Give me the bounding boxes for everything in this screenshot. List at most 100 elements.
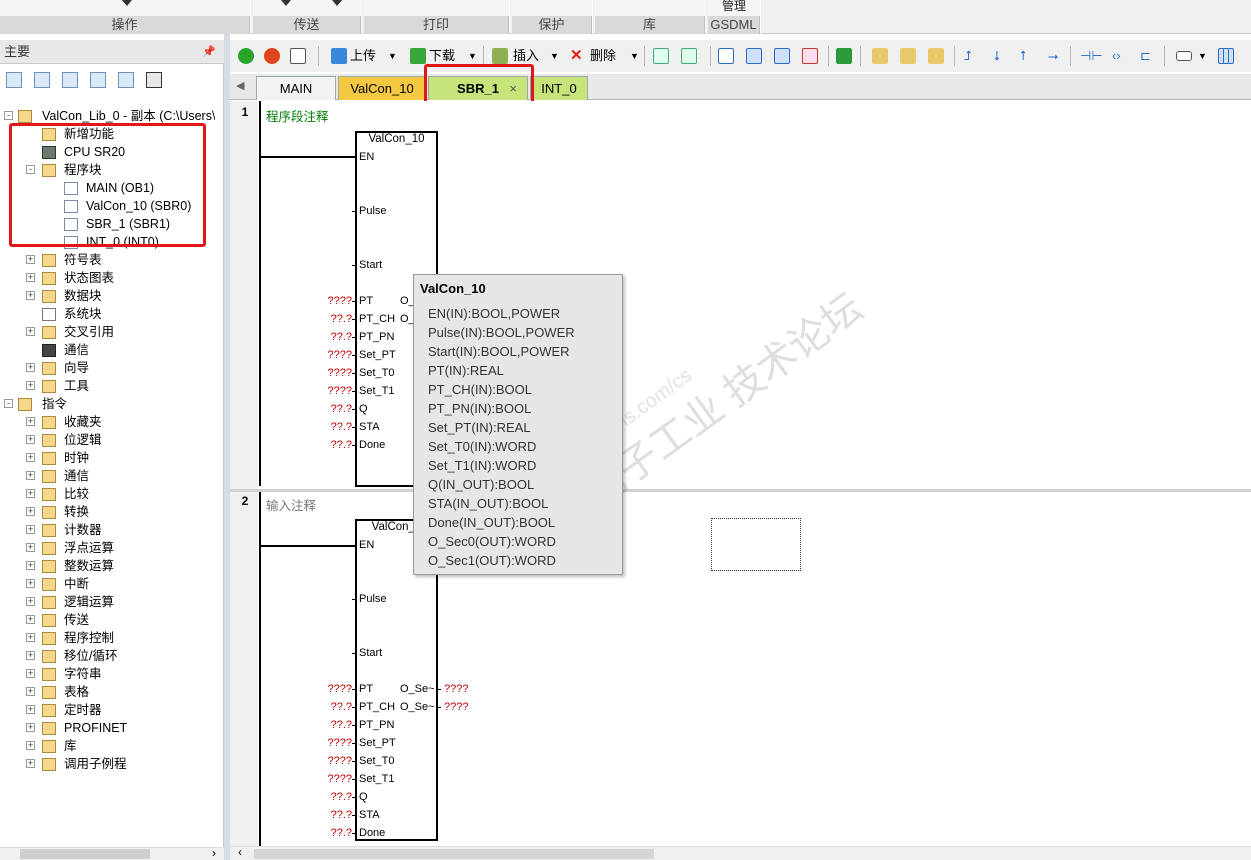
dropdown-arrow-icon[interactable] bbox=[122, 0, 132, 6]
ribbon-group-protect[interactable]: 保护 bbox=[512, 0, 593, 34]
compile-check-icon[interactable] bbox=[290, 48, 306, 64]
expand-icon[interactable]: + bbox=[26, 615, 35, 624]
operand-placeholder[interactable]: ??.? bbox=[322, 701, 352, 713]
operand-placeholder[interactable]: ???? bbox=[444, 701, 468, 713]
expand-icon[interactable]: + bbox=[26, 381, 35, 390]
ribbon-group-print[interactable]: 打印 bbox=[364, 0, 510, 34]
upload-icon[interactable] bbox=[331, 48, 347, 64]
expand-icon[interactable]: + bbox=[26, 651, 35, 660]
box-icon[interactable] bbox=[718, 48, 734, 64]
lock-add-icon[interactable] bbox=[928, 48, 944, 64]
expand-icon[interactable]: + bbox=[26, 741, 35, 750]
operand-placeholder[interactable]: ???? bbox=[322, 349, 352, 361]
dropdown-arrow-icon[interactable]: ▼ bbox=[550, 48, 559, 64]
editor-horizontal-scrollbar[interactable]: ‹ bbox=[230, 845, 1251, 860]
expand-icon[interactable]: + bbox=[26, 471, 35, 480]
ribbon-group-transfer[interactable]: 传送 bbox=[253, 0, 362, 34]
operand-placeholder[interactable]: ??.? bbox=[322, 827, 352, 839]
operand-placeholder[interactable]: ??.? bbox=[322, 313, 352, 325]
expand-icon[interactable]: + bbox=[26, 597, 35, 606]
expand-icon[interactable]: + bbox=[26, 489, 35, 498]
operand-placeholder[interactable]: ??.? bbox=[322, 331, 352, 343]
operand-placeholder[interactable]: ???? bbox=[322, 295, 352, 307]
tab-valcon10[interactable]: ValCon_10 bbox=[338, 76, 426, 100]
network-icon[interactable] bbox=[653, 48, 669, 64]
pin-icon[interactable]: 📌 bbox=[202, 40, 216, 64]
operand-placeholder[interactable]: ??.? bbox=[322, 421, 352, 433]
insert-button[interactable]: 插入 bbox=[513, 48, 539, 64]
dropdown-arrow-icon[interactable] bbox=[281, 0, 291, 6]
operand-placeholder[interactable]: ??.? bbox=[322, 403, 352, 415]
collapse-icon[interactable]: - bbox=[4, 399, 13, 408]
network-comment[interactable]: 程序段注释 bbox=[266, 106, 329, 125]
expand-icon[interactable]: + bbox=[26, 723, 35, 732]
upload-button[interactable]: 上传 bbox=[350, 48, 376, 64]
insert-icon[interactable] bbox=[492, 48, 508, 64]
expand-icon[interactable]: + bbox=[26, 291, 35, 300]
expand-icon[interactable]: + bbox=[26, 561, 35, 570]
expand-icon[interactable]: + bbox=[26, 687, 35, 696]
expand-icon[interactable]: + bbox=[26, 507, 35, 516]
line-up-icon[interactable]: ⭡ bbox=[1020, 48, 1026, 64]
expand-icon[interactable]: + bbox=[26, 543, 35, 552]
expand-icon[interactable]: + bbox=[26, 435, 35, 444]
contact-icon[interactable]: ⊣⊢ bbox=[1080, 48, 1103, 64]
delete-button[interactable]: 删除 bbox=[590, 48, 616, 64]
expand-icon[interactable]: + bbox=[26, 579, 35, 588]
monitor-icon[interactable] bbox=[146, 72, 162, 88]
download-icon[interactable] bbox=[410, 48, 426, 64]
network-comment[interactable]: 输入注释 bbox=[266, 495, 316, 514]
expand-icon[interactable]: + bbox=[26, 453, 35, 462]
line-right-icon[interactable]: ⭢ bbox=[1048, 48, 1058, 64]
coil-icon[interactable]: ‹› bbox=[1112, 48, 1121, 64]
unlock-icon[interactable] bbox=[900, 48, 916, 64]
operand-placeholder[interactable]: ??.? bbox=[322, 791, 352, 803]
box-icon[interactable] bbox=[774, 48, 790, 64]
operand-placeholder[interactable]: ???? bbox=[444, 683, 468, 695]
ribbon-group-library[interactable]: 库 bbox=[595, 0, 706, 34]
operand-placeholder[interactable]: ??.? bbox=[322, 719, 352, 731]
expand-icon[interactable]: + bbox=[26, 363, 35, 372]
expand-icon[interactable]: + bbox=[26, 273, 35, 282]
download-button[interactable]: 下载 bbox=[429, 48, 455, 64]
expand-icon[interactable]: + bbox=[26, 669, 35, 678]
gsdml-manage-label[interactable]: 管理 bbox=[708, 0, 760, 13]
operand-placeholder[interactable]: ??.? bbox=[322, 439, 352, 451]
network-icon[interactable] bbox=[681, 48, 697, 64]
window-icon[interactable] bbox=[118, 72, 134, 88]
document-icon[interactable] bbox=[90, 72, 106, 88]
ribbon-group-operation[interactable]: 操作 bbox=[0, 0, 251, 34]
goto-icon[interactable] bbox=[836, 48, 852, 64]
box-icon[interactable] bbox=[746, 48, 762, 64]
branch-icon[interactable]: ⮥ bbox=[964, 48, 972, 64]
expand-icon[interactable]: + bbox=[26, 417, 35, 426]
lock-icon[interactable] bbox=[872, 48, 888, 64]
tab-int0[interactable]: INT_0 bbox=[530, 76, 588, 100]
comment-icon[interactable] bbox=[1176, 51, 1192, 61]
dropdown-arrow-icon[interactable]: ▼ bbox=[1198, 48, 1207, 64]
operand-placeholder[interactable]: ???? bbox=[322, 683, 352, 695]
expand-icon[interactable]: + bbox=[26, 759, 35, 768]
scroll-thumb[interactable] bbox=[20, 849, 150, 859]
table-view-icon[interactable] bbox=[34, 72, 50, 88]
operand-placeholder[interactable]: ???? bbox=[322, 755, 352, 767]
stop-icon[interactable] bbox=[264, 48, 280, 64]
operand-placeholder[interactable]: ???? bbox=[322, 773, 352, 785]
dropdown-arrow-icon[interactable]: ▼ bbox=[468, 48, 477, 64]
box-delete-icon[interactable] bbox=[802, 48, 818, 64]
scroll-right-icon[interactable]: › bbox=[212, 846, 216, 860]
operand-placeholder[interactable]: ???? bbox=[322, 385, 352, 397]
expand-icon[interactable]: + bbox=[26, 705, 35, 714]
operand-placeholder[interactable]: ???? bbox=[322, 367, 352, 379]
tab-main[interactable]: MAIN bbox=[256, 76, 336, 100]
ribbon-group-gsdml[interactable]: 管理 GSDML bbox=[708, 0, 761, 34]
line-down-icon[interactable]: ⭣ bbox=[994, 48, 1000, 64]
operand-placeholder[interactable]: ???? bbox=[322, 737, 352, 749]
selection-cursor[interactable] bbox=[711, 518, 801, 571]
dropdown-arrow-icon[interactable]: ▼ bbox=[630, 48, 639, 64]
delete-icon[interactable]: ✕ bbox=[570, 48, 586, 64]
collapse-icon[interactable]: - bbox=[4, 111, 13, 120]
box-insert-icon[interactable]: ⊏ bbox=[1140, 48, 1151, 64]
tab-scroll-left-icon[interactable]: ◀ bbox=[236, 79, 244, 92]
scroll-thumb[interactable] bbox=[254, 849, 654, 859]
